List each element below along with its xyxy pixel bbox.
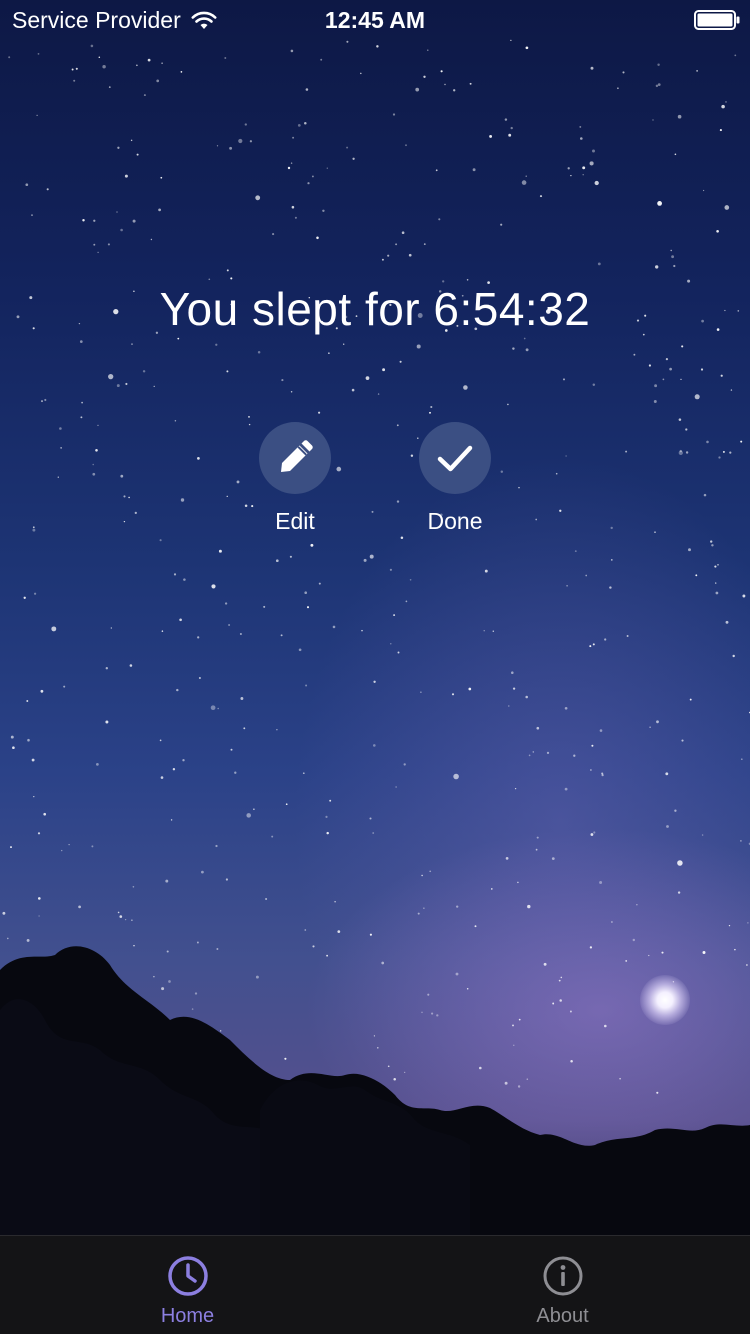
clock-icon [167,1256,208,1296]
done-action[interactable]: Done [385,422,525,535]
status-bar: Service Provider 12:45 AM [0,0,750,40]
done-button[interactable] [419,422,491,494]
checkmark-icon [437,445,473,472]
edit-label: Edit [275,508,315,534]
tree-silhouettes [0,946,750,1250]
app-screen: Service Provider 12:45 AM You slept for … [0,0,750,1334]
pencil-icon [281,440,313,472]
tab-about[interactable]: About [375,1236,750,1334]
info-icon [543,1256,582,1296]
tab-bar: Home About [0,1235,750,1334]
sleep-duration-text: You slept for 6:54:32 [159,283,591,335]
tab-about-label: About [536,1305,589,1327]
done-label: Done [427,508,483,534]
battery-icon [694,10,740,30]
edit-action[interactable]: Edit [225,422,365,535]
tab-home[interactable]: Home [0,1236,375,1334]
edit-button[interactable] [259,422,331,494]
status-time: 12:45 AM [324,7,426,33]
tab-home-label: Home [160,1305,215,1327]
